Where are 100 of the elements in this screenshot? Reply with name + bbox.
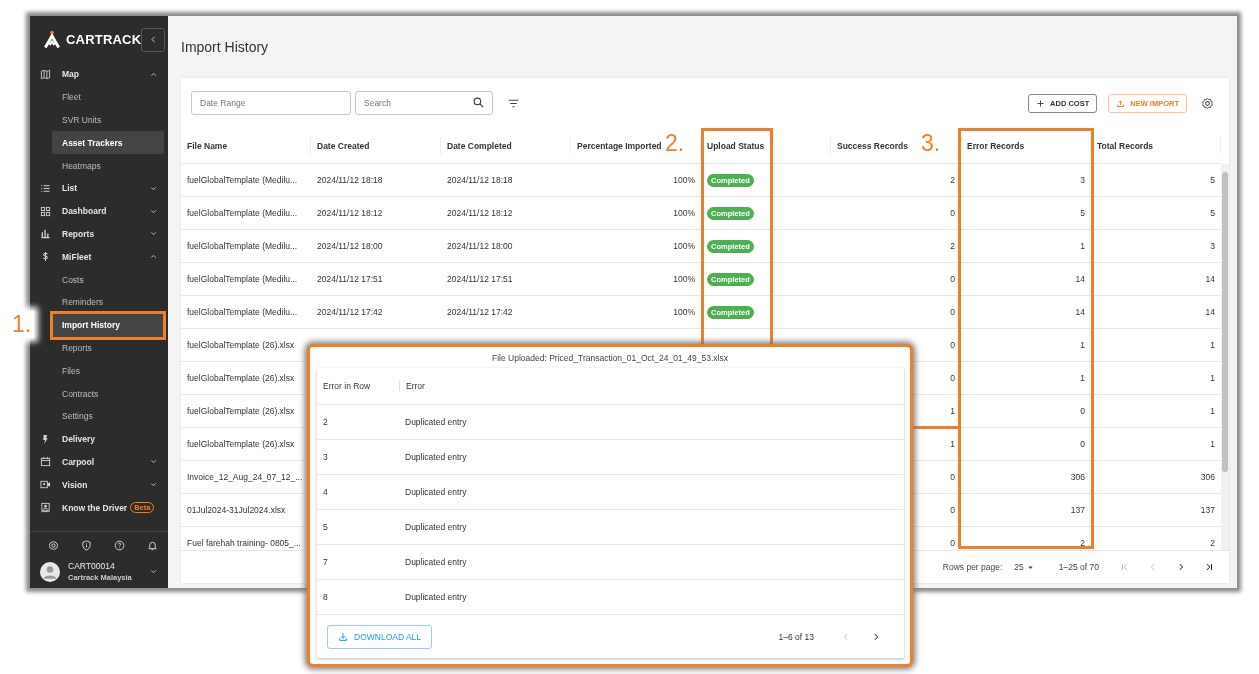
chevron-down-icon[interactable] [149, 567, 158, 576]
rows-per-page-select[interactable]: 25 [1014, 562, 1035, 572]
step-number: 3. [921, 130, 941, 157]
table-cell-text: 14 [1074, 273, 1086, 286]
table-cell-text: 1 [1079, 339, 1086, 352]
help-icon[interactable] [114, 540, 125, 551]
table-cell-text: 100% [672, 207, 696, 220]
nav-item[interactable]: Reports [30, 222, 168, 246]
table-cell-text: 2 [949, 174, 956, 187]
column-header[interactable]: File Name [187, 140, 228, 151]
table-cell-text: 2024/11/12 18:18 [446, 174, 514, 187]
plus-icon [1036, 98, 1046, 108]
table-cell-text: 2024/11/12 18:18 [316, 174, 384, 187]
column-header[interactable]: Upload Status [707, 140, 765, 151]
table-cell-text: 2 [1209, 537, 1216, 548]
column-header[interactable]: Percentage Imported [577, 140, 662, 151]
table-cell-text: fuelGlobalTemplate (Medilu... [186, 207, 299, 220]
table-cell-text: Duplicated entry [404, 452, 468, 462]
calendar-icon [40, 456, 51, 468]
nav-item[interactable]: MiFleet [30, 245, 168, 269]
column-header[interactable]: Success Records [837, 140, 908, 151]
rows-per-page-label: Rows per page: [942, 562, 1003, 572]
table-cell-text: fuelGlobalTemplate (Medilu... [186, 273, 299, 286]
nav-subitem[interactable]: Files [52, 359, 164, 383]
nav-item[interactable]: Carpool [30, 450, 168, 474]
column-header[interactable]: Error Records [967, 140, 1025, 151]
nav-subitem[interactable]: Reports [52, 336, 164, 360]
table-cell-text: 5 [1209, 174, 1216, 187]
chevron-left-icon [148, 35, 158, 44]
nav-subitem[interactable]: Contracts [52, 382, 164, 405]
map-icon [40, 68, 51, 80]
table-cell-text: 8 [322, 592, 329, 602]
nav-item[interactable]: List [30, 177, 168, 200]
table-cell-text: 2024/11/12 18:00 [446, 240, 514, 253]
table-cell-text: 100% [672, 306, 696, 319]
table-cell-text: 0 [949, 339, 956, 352]
table-cell-text: Duplicated entry [404, 487, 468, 497]
upload-icon [1116, 98, 1126, 108]
nav-subitem[interactable]: SVR Units [52, 108, 164, 132]
table-cell-text: fuelGlobalTemplate (Medilu... [186, 240, 299, 253]
notification-bell-icon[interactable] [147, 540, 158, 551]
dialog-title: File Uploaded: Priced_Transaction_01_Oct_24_01_49_53.xlsx [491, 352, 729, 365]
nav-item[interactable]: Delivery [30, 427, 168, 451]
table-cell-text: Duplicated entry [404, 592, 468, 602]
page-title: Import History [181, 38, 270, 57]
table-cell-text: 1 [1079, 240, 1086, 253]
nav-subitem[interactable]: Asset Trackers [52, 131, 164, 155]
table-cell-text: fuelGlobalTemplate (26).xlsx [186, 438, 296, 451]
table-cell-text: 1 [1209, 438, 1216, 451]
search-field[interactable]: Search [355, 91, 493, 115]
table-cell-text: 2024/11/12 18:12 [316, 207, 384, 220]
avatar [40, 561, 60, 582]
table-cell-text: 0 [949, 372, 956, 385]
user-name: CART00014 [68, 561, 116, 571]
column-header[interactable]: Date Created [317, 140, 370, 151]
table-cell-text: 4 [322, 487, 329, 497]
table-cell-text: 7 [322, 557, 329, 567]
table-cell-text: 5 [322, 522, 329, 532]
nav-subitem[interactable]: Costs [52, 268, 164, 291]
bar-chart-icon [40, 228, 51, 240]
step-number: 1. [10, 311, 35, 338]
nav-subitem[interactable]: Import History [52, 313, 164, 337]
list-icon [40, 182, 51, 194]
table-cell-text: fuelGlobalTemplate (26).xlsx [186, 339, 296, 352]
step-number: 2. [665, 130, 685, 157]
table-cell-text: 3 [1079, 174, 1086, 187]
table-cell-text: 14 [1074, 306, 1086, 319]
column-header[interactable]: Date Completed [447, 140, 512, 151]
column-header[interactable]: Error in Row [317, 381, 400, 391]
nav-subitem[interactable]: Fleet [52, 85, 164, 109]
table-cell-text: 14 [1204, 306, 1216, 319]
nav-subitem[interactable]: Reminders [52, 290, 164, 314]
logo: CARTRACK [42, 29, 142, 50]
page-range: 1–25 of 70 [1058, 562, 1099, 572]
column-header[interactable]: Error [400, 381, 431, 391]
table-cell-text: 5 [1209, 207, 1216, 220]
download-icon [338, 631, 348, 642]
table-cell-text: 100% [672, 273, 696, 286]
table-cell-text: fuelGlobalTemplate (Medilu... [186, 306, 299, 319]
table-cell-text: 0 [949, 471, 956, 484]
id-badge-icon [40, 502, 51, 514]
column-header[interactable]: Total Records [1097, 140, 1154, 151]
table-cell-text: 137 [1069, 504, 1086, 517]
table-cell-text: Duplicated entry [404, 557, 468, 567]
nav-subitem[interactable]: Settings [52, 404, 164, 428]
table-cell-text: 0 [949, 207, 956, 220]
scrollbar[interactable] [1221, 164, 1229, 550]
table-cell-text: 14 [1204, 273, 1216, 286]
table-cell-text: 2024/11/12 17:51 [446, 273, 514, 286]
settings-icon[interactable] [1201, 96, 1214, 110]
table-cell-text: 1 [1209, 372, 1216, 385]
shield-icon[interactable] [81, 540, 92, 551]
table-cell-text: 5 [1079, 207, 1086, 220]
nav-item[interactable]: Map [30, 63, 168, 86]
table-cell-text: 1 [1079, 372, 1086, 385]
table-cell-text: fuelGlobalTemplate (26).xlsx [186, 405, 296, 418]
nav-subitem[interactable]: Heatmaps [52, 154, 164, 177]
date-range-field[interactable]: Date Range [191, 91, 351, 115]
nav-item[interactable]: Vision [30, 473, 168, 497]
nav-item[interactable]: Dashboard [30, 199, 168, 223]
